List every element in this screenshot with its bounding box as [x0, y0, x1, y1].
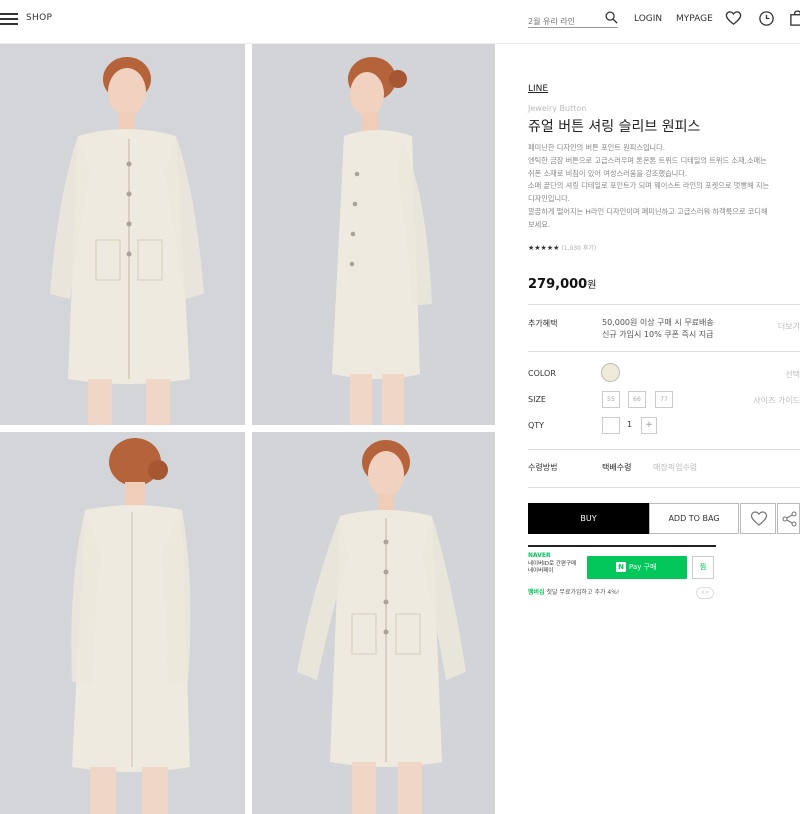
naver-promo-text: 멤버십 첫달 무료가입하고 추가 4%! [528, 587, 619, 596]
qty-minus-button[interactable] [602, 417, 620, 434]
promo-text: 첫달 무료가입하고 추가 4%! [546, 589, 620, 596]
color-label: COLOR [528, 369, 556, 378]
search-icon[interactable] [605, 11, 618, 24]
rating-row[interactable]: ★★★★★ (1,030 후기) [528, 243, 596, 252]
benefit-line: 50,000원 이상 구매 시 무료배송 [602, 318, 714, 327]
review-count: (1,030 후기) [561, 245, 597, 252]
naver-zzim-button[interactable]: 찜 [692, 556, 714, 579]
shipping-label: 수령방법 [528, 463, 558, 472]
description-line: 소매 끝단의 셔링 디테일로 포인트가 되며 웨이스트 라인의 포켓으로 멋빵해… [528, 181, 770, 191]
size-option[interactable]: 55 [602, 391, 620, 408]
benefit-list: 50,000원 이상 구매 시 무료배송 신규 가입시 10% 쿠폰 즉시 지급 [602, 317, 714, 341]
price-value: 279,000 [528, 277, 588, 292]
product-price: 279,000원 [528, 276, 596, 292]
color-hint: 선택 [785, 370, 800, 379]
qty-label: QTY [528, 421, 545, 430]
login-link[interactable]: LOGIN [634, 14, 662, 24]
naver-pay-widget: NAVER 네이버ID로 간편구매 네이버페이 N Pay 구매 찜 [528, 545, 716, 579]
color-swatch-ivory[interactable] [601, 363, 620, 382]
benefit-label: 추가혜택 [528, 319, 558, 328]
search-bar [528, 9, 618, 31]
product-info-panel: LINE Jewelry Button 쥬얼 버튼 셔링 슬리브 원피스 페미닌… [528, 44, 800, 814]
product-photo-back[interactable] [0, 432, 245, 814]
heart-icon [750, 511, 768, 526]
wishlist-button[interactable] [740, 503, 776, 534]
shop-link[interactable]: SHOP [26, 13, 52, 23]
description-line: 엔틱한 금장 버튼으로 고급스러우며 톤온톤 트위드 디테일의 트위드 소재,소… [528, 155, 767, 165]
divider [528, 351, 800, 352]
divider [528, 304, 800, 305]
brand-link[interactable]: LINE [528, 84, 548, 94]
description-line: 깔끔하게 떨어지는 H라인 디자인이며 페미닌하고 고급스러워 하객룩으로 코디… [528, 206, 768, 216]
divider [528, 487, 800, 488]
product-description: 페미닌한 디자인의 버튼 포인트 원피스입니다. 엔틱한 금장 버튼으로 고급스… [528, 142, 800, 232]
rating-stars: ★★★★★ [528, 244, 560, 252]
heart-icon[interactable] [725, 10, 742, 27]
size-option[interactable]: 77 [655, 391, 673, 408]
qty-plus-button[interactable]: + [641, 417, 657, 434]
naver-pay-button[interactable]: N Pay 구매 [587, 556, 687, 579]
promo-strong: 멤버십 [528, 589, 545, 596]
clock-icon[interactable] [758, 10, 775, 27]
buy-button[interactable]: BUY [528, 503, 649, 534]
bag-icon[interactable] [789, 10, 800, 27]
description-line: 쉬폰 소재로 비침이 있어 여성스러움을 강조했습니다. [528, 168, 688, 178]
benefit-line: 신규 가입시 10% 쿠폰 즉시 지급 [602, 330, 714, 339]
description-line: 디자인입니다. [528, 194, 570, 204]
divider [528, 449, 800, 450]
menu-icon[interactable] [0, 12, 18, 26]
product-subname: Jewelry Button [528, 104, 587, 113]
shipping-option-pickup[interactable]: 매장픽업수령 [653, 462, 697, 473]
size-guide-link[interactable]: 사이즈 가이드 [753, 395, 800, 406]
naver-text-line: 네이버ID로 간편구매 [528, 561, 577, 567]
npay-icon: N [616, 562, 626, 572]
qty-value[interactable]: 1 [627, 420, 632, 429]
share-button[interactable] [777, 503, 800, 534]
shipping-option-delivery[interactable]: 택배수령 [602, 462, 631, 473]
description-line: 페미닌한 디자인의 버튼 포인트 원피스입니다. [528, 143, 666, 152]
share-icon [782, 511, 797, 527]
price-unit: 원 [587, 280, 597, 291]
benefit-more-link[interactable]: 더보기 [778, 321, 800, 332]
naver-logo: NAVER [528, 552, 551, 559]
add-to-bag-button[interactable]: ADD TO BAG [649, 503, 739, 534]
product-title: 쥬얼 버튼 셔링 슬리브 원피스 [528, 119, 701, 135]
size-option[interactable]: 66 [628, 391, 646, 408]
promo-arrows-button[interactable]: ‹ › [696, 587, 714, 599]
naver-text-line: 네이버페이 [528, 568, 554, 574]
npay-label: Pay 구매 [629, 563, 657, 571]
product-photo-front[interactable] [0, 44, 245, 425]
naver-description: 네이버ID로 간편구매 네이버페이 [528, 561, 576, 575]
size-label: SIZE [528, 395, 546, 404]
product-photo-front-2[interactable] [252, 432, 495, 814]
search-input[interactable] [528, 12, 600, 31]
mypage-link[interactable]: MYPAGE [676, 14, 713, 24]
description-line: 보세요. [528, 219, 551, 229]
site-header: SHOP LOGIN MYPAGE [0, 0, 800, 44]
product-photo-side[interactable] [252, 44, 495, 425]
